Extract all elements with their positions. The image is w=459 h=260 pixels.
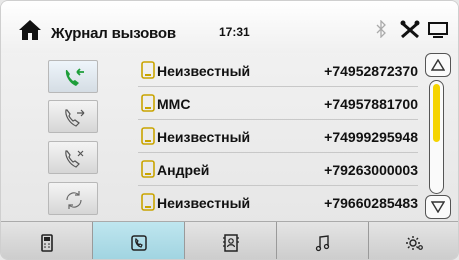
missed-calls-button[interactable] bbox=[48, 141, 98, 174]
triangle-down-icon bbox=[431, 201, 445, 213]
caller-name: Неизвестный bbox=[157, 129, 251, 145]
tools-icon[interactable] bbox=[399, 20, 421, 40]
mobile-phone-icon bbox=[141, 127, 155, 145]
screen-icon[interactable] bbox=[428, 22, 448, 39]
contacts-icon bbox=[222, 234, 239, 252]
outgoing-call-icon bbox=[65, 109, 85, 127]
call-log-screen: Журнал вызовов 17:31 Неизвестный +749528… bbox=[0, 0, 459, 260]
refresh-icon bbox=[66, 191, 82, 209]
caller-number: +79263000003 bbox=[324, 162, 418, 178]
caller-name: Андрей bbox=[157, 162, 210, 178]
mobile-phone-icon bbox=[141, 193, 155, 211]
incoming-call-icon bbox=[65, 68, 84, 86]
tab-contacts[interactable] bbox=[185, 222, 277, 259]
caller-number: +74952872370 bbox=[324, 63, 418, 79]
page-title: Журнал вызовов bbox=[51, 25, 176, 42]
call-row[interactable]: ММС +74957881700 bbox=[138, 87, 418, 120]
bluetooth-icon bbox=[376, 20, 386, 38]
triangle-up-icon bbox=[431, 59, 445, 71]
mobile-phone-icon bbox=[141, 94, 155, 112]
caller-number: +74999295948 bbox=[324, 129, 418, 145]
refresh-button[interactable] bbox=[48, 182, 98, 215]
tab-phone[interactable] bbox=[1, 222, 93, 259]
call-row[interactable]: Неизвестный +79660285483 bbox=[138, 186, 418, 219]
incoming-calls-button[interactable] bbox=[48, 60, 98, 93]
tab-call-log[interactable] bbox=[93, 222, 185, 259]
scrollbar[interactable] bbox=[429, 80, 444, 194]
caller-name: Неизвестный bbox=[157, 63, 251, 79]
header: Журнал вызовов 17:31 bbox=[1, 1, 458, 53]
caller-name: ММС bbox=[157, 96, 191, 112]
settings-icon bbox=[405, 236, 423, 250]
clock: 17:31 bbox=[219, 25, 250, 39]
missed-call-icon bbox=[65, 150, 84, 168]
call-row[interactable]: Неизвестный +74952872370 bbox=[138, 54, 418, 87]
outgoing-calls-button[interactable] bbox=[48, 100, 98, 133]
home-icon[interactable] bbox=[18, 19, 42, 41]
tab-music[interactable] bbox=[277, 222, 369, 259]
tab-settings[interactable] bbox=[369, 222, 458, 259]
mobile-phone-icon bbox=[141, 160, 155, 178]
scroll-up-button[interactable] bbox=[425, 53, 451, 77]
call-row[interactable]: Андрей +79263000003 bbox=[138, 153, 418, 186]
music-icon bbox=[315, 235, 329, 252]
caller-number: +74957881700 bbox=[324, 96, 418, 112]
mobile-phone-icon bbox=[141, 61, 155, 79]
call-row[interactable]: Неизвестный +74999295948 bbox=[138, 120, 418, 153]
caller-name: Неизвестный bbox=[157, 195, 251, 211]
scroll-down-button[interactable] bbox=[425, 195, 451, 219]
scroll-thumb[interactable] bbox=[433, 84, 440, 142]
caller-number: +79660285483 bbox=[324, 195, 418, 211]
bottom-tab-bar bbox=[1, 221, 458, 259]
call-log-icon bbox=[130, 235, 147, 251]
mobile-phone-icon bbox=[40, 234, 53, 252]
